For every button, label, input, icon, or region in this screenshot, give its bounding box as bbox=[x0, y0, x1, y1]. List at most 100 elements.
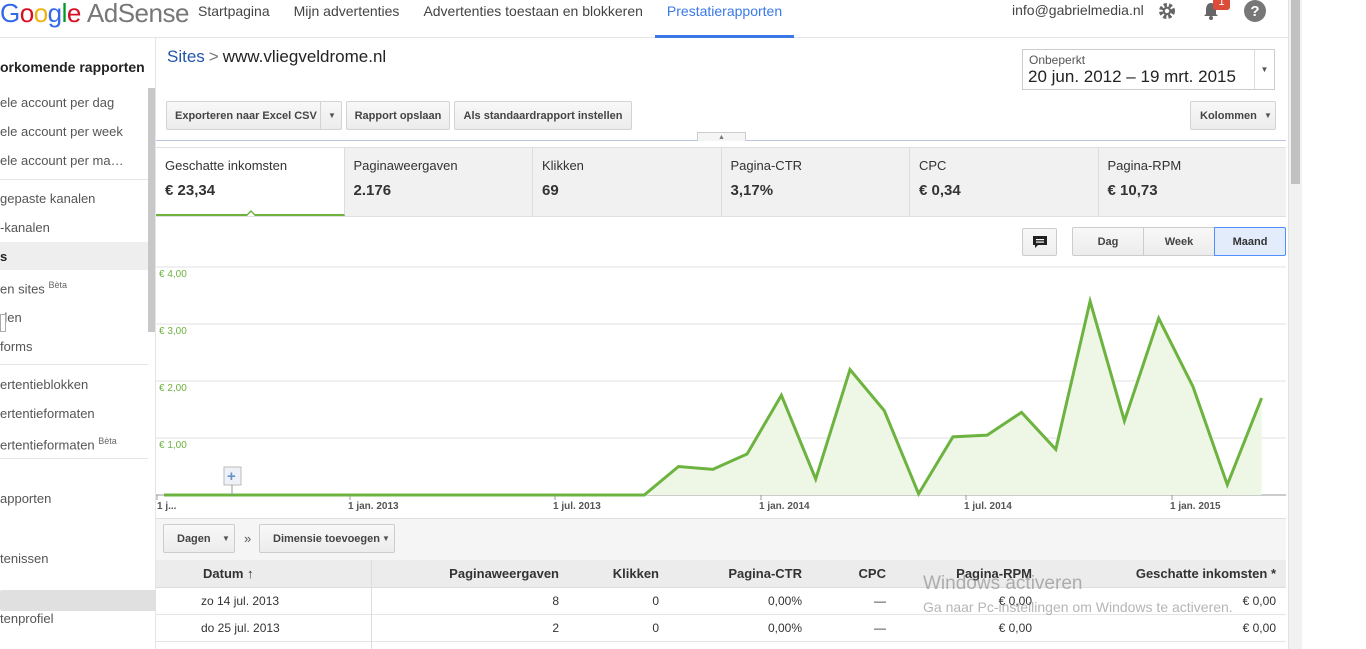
sidebar-item-sites[interactable]: s bbox=[0, 249, 7, 264]
beta-badge: Bèta bbox=[98, 436, 117, 446]
page-scrollbar[interactable] bbox=[1288, 0, 1302, 649]
sidebar-item-profile[interactable]: tenprofiel bbox=[0, 611, 53, 626]
chevron-down-icon[interactable]: ▼ bbox=[1254, 50, 1274, 89]
metric-label: Klikken bbox=[542, 158, 584, 173]
sidebar-item-ad-formats[interactable]: ertentieformaten bbox=[0, 406, 95, 421]
breadcrumb-separator: > bbox=[208, 47, 219, 66]
metric-page-rpm[interactable]: Pagina-RPM € 10,73 bbox=[1099, 148, 1287, 216]
cell-pageviews: 2 bbox=[552, 621, 559, 635]
comment-icon bbox=[1032, 236, 1047, 248]
chevron-separator: » bbox=[244, 531, 252, 546]
chevron-down-icon[interactable]: ▼ bbox=[328, 111, 336, 120]
metric-value: € 0,34 bbox=[919, 182, 961, 199]
date-range-label: Onbeperkt bbox=[1029, 53, 1086, 67]
notification-badge[interactable]: 1 bbox=[1213, 0, 1230, 10]
sidebar-item-daily[interactable]: ele account per dag bbox=[0, 95, 114, 110]
sidebar-divider bbox=[0, 458, 148, 459]
granularity-month[interactable]: Maand bbox=[1214, 227, 1286, 256]
cell-page-ctr: 0,00% bbox=[767, 594, 802, 608]
active-metric-pointer bbox=[246, 209, 256, 216]
x-tick-label: 1 jan. 2015 bbox=[1170, 501, 1221, 512]
x-tick-label: 1 jul. 2013 bbox=[553, 501, 601, 512]
cell-page-rpm: € 0,00 bbox=[998, 594, 1032, 608]
cell-date: zo 14 jul. 2013 bbox=[201, 594, 280, 608]
split-divider bbox=[320, 102, 321, 129]
metric-label: Pagina-RPM bbox=[1107, 158, 1182, 173]
sidebar-item-approved-sites[interactable]: en sites Bèta bbox=[0, 280, 67, 296]
sidebar-selected-highlight bbox=[0, 242, 148, 270]
save-report-button[interactable]: Rapport opslaan bbox=[346, 101, 450, 130]
chevron-down-icon: ▼ bbox=[382, 534, 390, 543]
sidebar-item-ad-units[interactable]: ertentieblokken bbox=[0, 377, 88, 392]
sidebar-item-ad-formats-beta[interactable]: ertentieformaten Bèta bbox=[0, 436, 117, 452]
metric-estimated-earnings[interactable]: Geschatte inkomsten € 23,34 bbox=[156, 148, 345, 216]
sidebar-scrollbar[interactable] bbox=[148, 88, 155, 332]
cell-earnings: € 0,00 bbox=[1242, 621, 1276, 635]
columns-button[interactable]: Kolommen ▼ bbox=[1190, 101, 1276, 130]
metric-cpc[interactable]: CPC € 0,34 bbox=[910, 148, 1099, 216]
account-email[interactable]: info@gabrielmedia.nl bbox=[1012, 2, 1144, 18]
nav-item-home[interactable]: Startpagina bbox=[186, 0, 282, 38]
metrics-bar: Geschatte inkomsten € 23,34 Paginaweerga… bbox=[156, 147, 1286, 217]
help-icon[interactable]: ? bbox=[1244, 0, 1266, 22]
export-csv-label: Exporteren naar Excel CSV bbox=[175, 109, 317, 122]
column-header-date[interactable]: Datum ↑ bbox=[203, 566, 254, 581]
metric-value: 3,17% bbox=[730, 182, 774, 199]
nav-item-allow-block[interactable]: Advertenties toestaan en blokkeren bbox=[411, 0, 654, 38]
sidebar-item-url-channels[interactable]: -kanalen bbox=[0, 220, 50, 235]
cell-clicks: 0 bbox=[652, 621, 659, 635]
adsense-logo[interactable]: Google AdSense bbox=[0, 0, 189, 28]
collapse-handle[interactable]: ▲ bbox=[697, 132, 746, 141]
set-default-report-button[interactable]: Als standaardrapport instellen bbox=[454, 101, 632, 130]
chevron-down-icon: ▼ bbox=[222, 534, 230, 543]
annotation-button[interactable] bbox=[1022, 228, 1057, 256]
cell-page-rpm: € 0,00 bbox=[998, 621, 1032, 635]
table-header: Datum ↑ Paginaweergaven Klikken Pagina-C… bbox=[156, 560, 1286, 588]
metric-label: Pagina-CTR bbox=[730, 158, 803, 173]
page-scrollbar-thumb[interactable] bbox=[1291, 0, 1300, 184]
metric-label: Geschatte inkomsten bbox=[165, 158, 288, 173]
metric-clicks[interactable]: Klikken 69 bbox=[533, 148, 722, 216]
gear-icon[interactable] bbox=[1156, 0, 1178, 22]
metric-label: Paginaweergaven bbox=[353, 158, 458, 173]
metric-pageviews[interactable]: Paginaweergaven 2.176 bbox=[345, 148, 533, 216]
columns-label: Kolommen bbox=[1200, 109, 1257, 122]
sidebar-divider bbox=[0, 364, 148, 365]
date-range-picker[interactable]: Onbeperkt 20 jun. 2012 – 19 mrt. 2015 ▼ bbox=[1022, 49, 1275, 90]
sidebar-item-reports[interactable]: apporten bbox=[0, 491, 51, 506]
sidebar-item-events[interactable]: tenissen bbox=[0, 551, 48, 566]
add-dimension-dropdown[interactable]: Dimensie toevoegen ▼ bbox=[259, 524, 395, 553]
y-tick-label: € 1,00 bbox=[159, 440, 187, 451]
cell-date: do 25 jul. 2013 bbox=[201, 621, 280, 635]
breadcrumb-sites-link[interactable]: Sites bbox=[167, 47, 205, 66]
date-range-value: 20 jun. 2012 – 19 mrt. 2015 bbox=[1028, 67, 1236, 86]
column-header-page-rpm[interactable]: Pagina-RPM bbox=[956, 566, 1032, 581]
plus-icon: + bbox=[227, 468, 236, 485]
nav-item-my-ads[interactable]: Mijn advertenties bbox=[282, 0, 412, 38]
sidebar-item-label: en sites bbox=[0, 281, 45, 297]
y-tick-label: € 4,00 bbox=[159, 269, 187, 280]
sidebar-item-monthly[interactable]: ele account per ma… bbox=[0, 153, 124, 168]
granularity-week[interactable]: Week bbox=[1143, 227, 1215, 256]
dimension-label: Dagen bbox=[177, 532, 211, 545]
column-header-page-ctr[interactable]: Pagina-CTR bbox=[728, 566, 802, 581]
nav-item-performance-reports[interactable]: Prestatierapporten bbox=[654, 0, 795, 38]
sidebar-item-custom-channels[interactable]: gepaste kanalen bbox=[0, 191, 95, 206]
sidebar-item-weekly[interactable]: ele account per week bbox=[0, 124, 123, 139]
cell-page-ctr: 0,00% bbox=[767, 621, 802, 635]
column-header-pageviews[interactable]: Paginaweergaven bbox=[449, 566, 559, 581]
column-header-clicks[interactable]: Klikken bbox=[613, 566, 659, 581]
sidebar-divider bbox=[0, 179, 148, 180]
column-header-estimated-earnings[interactable]: Geschatte inkomsten * bbox=[1136, 566, 1276, 581]
y-tick-label: € 2,00 bbox=[159, 383, 187, 394]
metric-page-ctr[interactable]: Pagina-CTR 3,17% bbox=[722, 148, 910, 216]
dimension-dropdown[interactable]: Dagen ▼ bbox=[163, 524, 235, 553]
table-row[interactable]: zo 14 jul. 2013 8 0 0,00% — € 0,00 € 0,0… bbox=[156, 588, 1286, 615]
table-row[interactable]: do 25 jul. 2013 2 0 0,00% — € 0,00 € 0,0… bbox=[156, 615, 1286, 642]
metric-label: CPC bbox=[919, 158, 947, 173]
export-csv-button[interactable]: Exporteren naar Excel CSV ▼ bbox=[166, 101, 342, 130]
column-header-cpc[interactable]: CPC bbox=[859, 566, 886, 581]
breadcrumb-current: www.vliegveldrome.nl bbox=[222, 47, 387, 66]
sidebar-item-platforms[interactable]: forms bbox=[0, 339, 33, 354]
granularity-day[interactable]: Dag bbox=[1072, 227, 1144, 256]
